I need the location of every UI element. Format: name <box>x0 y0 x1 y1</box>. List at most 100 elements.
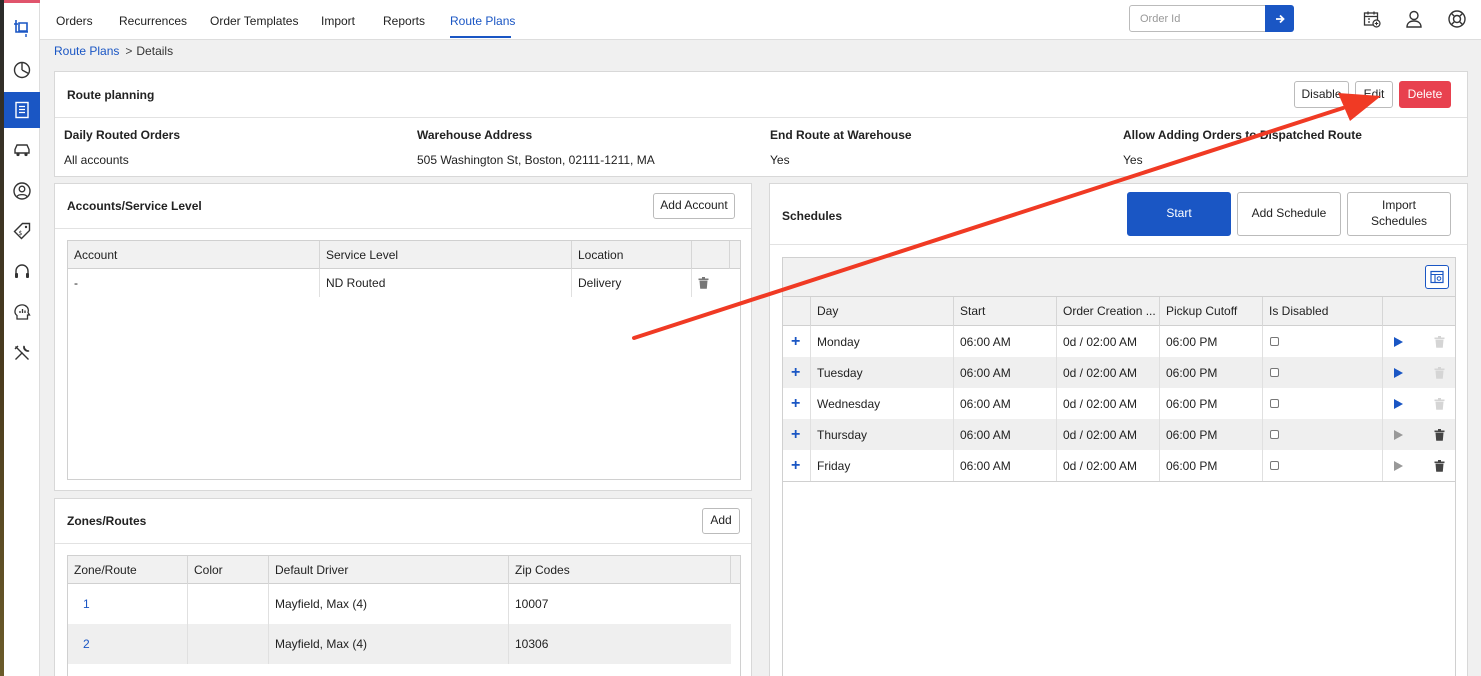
tab-route-plans[interactable]: Route Plans <box>450 14 515 28</box>
expand-plus-icon[interactable]: + <box>791 364 800 382</box>
column-header-pickup-cutoff[interactable]: Pickup Cutoff <box>1160 297 1263 326</box>
column-header-day[interactable]: Day <box>811 297 954 326</box>
zone-link[interactable]: 1 <box>83 597 90 611</box>
table-row: + Friday 06:00 AM 0d / 02:00 AM 06:00 PM <box>783 450 1455 481</box>
is-disabled-checkbox[interactable] <box>1270 399 1279 408</box>
delete-row-cell <box>692 269 730 297</box>
disable-button[interactable]: Disable <box>1294 81 1349 108</box>
analytics-head-icon[interactable] <box>4 294 40 330</box>
column-header-zip-codes[interactable]: Zip Codes <box>509 556 731 584</box>
user-circle-icon[interactable] <box>4 173 40 209</box>
day-cell: Wednesday <box>811 388 954 419</box>
tab-import[interactable]: Import <box>321 14 355 28</box>
zones-table: Zone/Route Color Default Driver Zip Code… <box>67 555 741 676</box>
order-search-button[interactable] <box>1265 5 1294 32</box>
import-schedules-button[interactable]: Import Schedules <box>1347 192 1451 236</box>
trash-icon[interactable] <box>1434 459 1445 472</box>
tools-icon[interactable] <box>4 335 40 371</box>
column-header-color[interactable]: Color <box>188 556 269 584</box>
color-cell <box>188 584 269 624</box>
zip-codes-cell: 10007 <box>515 597 549 611</box>
is-disabled-checkbox[interactable] <box>1270 461 1279 470</box>
trash-icon <box>1434 397 1445 410</box>
expand-plus-icon[interactable]: + <box>791 426 800 444</box>
expand-cell: + <box>783 450 811 481</box>
column-header-account[interactable]: Account <box>68 241 320 269</box>
schedules-table-header: Day Start Order Creation ... Pickup Cuto… <box>783 297 1455 326</box>
left-sidebar: $ <box>0 0 40 676</box>
table-row: + Thursday 06:00 AM 0d / 02:00 AM 06:00 … <box>783 419 1455 450</box>
price-tag-icon[interactable]: $ <box>4 213 40 249</box>
headset-icon[interactable] <box>4 254 40 290</box>
tab-orders[interactable]: Orders <box>56 14 93 28</box>
schedules-panel: Schedules Start Add Schedule Import Sche… <box>769 183 1468 676</box>
tab-recurrences[interactable]: Recurrences <box>119 14 187 28</box>
expand-plus-icon[interactable]: + <box>791 333 800 351</box>
delete-button[interactable]: Delete <box>1399 81 1451 108</box>
edit-button[interactable]: Edit <box>1355 81 1393 108</box>
start-cell: 06:00 AM <box>954 450 1057 481</box>
actions-cell <box>1383 357 1455 388</box>
add-account-button[interactable]: Add Account <box>653 193 735 219</box>
is-disabled-checkbox[interactable] <box>1270 337 1279 346</box>
expand-cell: + <box>783 357 811 388</box>
column-header-start[interactable]: Start <box>954 297 1057 326</box>
route-planning-title: Route planning <box>67 88 155 102</box>
column-header-is-disabled[interactable]: Is Disabled <box>1263 297 1383 326</box>
play-icon <box>1394 460 1403 471</box>
order-id-input[interactable] <box>1129 5 1266 32</box>
column-header-zone-route[interactable]: Zone/Route <box>68 556 188 584</box>
is-disabled-cell <box>1263 450 1383 481</box>
pickup-cutoff-cell: 06:00 PM <box>1160 326 1263 357</box>
column-header-default-driver[interactable]: Default Driver <box>269 556 509 584</box>
trash-icon[interactable] <box>1434 428 1445 441</box>
play-icon[interactable] <box>1392 336 1404 348</box>
pie-chart-icon[interactable] <box>4 51 40 87</box>
add-schedule-button[interactable]: Add Schedule <box>1237 192 1341 236</box>
day-cell: Monday <box>811 326 954 357</box>
schedules-table: Day Start Order Creation ... Pickup Cuto… <box>782 257 1456 676</box>
logo-icon[interactable] <box>4 10 40 46</box>
is-disabled-cell <box>1263 357 1383 388</box>
table-row: + Monday 06:00 AM 0d / 02:00 AM 06:00 PM <box>783 326 1455 357</box>
tab-reports[interactable]: Reports <box>383 14 425 28</box>
play-icon[interactable] <box>1392 398 1404 410</box>
tab-order-templates[interactable]: Order Templates <box>210 14 298 28</box>
is-disabled-checkbox[interactable] <box>1270 368 1279 377</box>
trash-icon <box>1434 366 1445 379</box>
support-lifebuoy-icon[interactable] <box>1446 8 1468 30</box>
user-icon[interactable] <box>1403 8 1425 30</box>
trash-icon[interactable] <box>698 277 709 289</box>
end-route-label: End Route at Warehouse <box>770 128 912 142</box>
column-header-service-level[interactable]: Service Level <box>320 241 572 269</box>
driver-cell: Mayfield, Max (4) <box>269 584 509 624</box>
car-icon[interactable] <box>4 132 40 168</box>
expand-plus-icon[interactable]: + <box>791 395 800 413</box>
is-disabled-cell <box>1263 419 1383 450</box>
warehouse-address-label: Warehouse Address <box>417 128 533 142</box>
zone-link[interactable]: 2 <box>83 637 90 651</box>
accounts-service-level-panel: Accounts/Service Level Add Account Accou… <box>54 183 752 491</box>
expand-plus-icon[interactable]: + <box>791 457 800 475</box>
zone-cell: 2 <box>68 624 188 664</box>
calendar-add-icon[interactable] <box>1361 8 1383 30</box>
is-disabled-checkbox[interactable] <box>1270 430 1279 439</box>
column-header-order-creation[interactable]: Order Creation ... <box>1057 297 1160 326</box>
column-chooser-button[interactable] <box>1425 265 1449 289</box>
play-icon[interactable] <box>1392 367 1404 379</box>
zones-table-header: Zone/Route Color Default Driver Zip Code… <box>68 556 740 584</box>
table-row: + Tuesday 06:00 AM 0d / 02:00 AM 06:00 P… <box>783 357 1455 388</box>
pickup-cutoff-cell: 06:00 PM <box>1160 450 1263 481</box>
day-cell: Tuesday <box>811 357 954 388</box>
column-header-location[interactable]: Location <box>572 241 692 269</box>
orders-list-icon[interactable] <box>4 92 40 128</box>
start-button[interactable]: Start <box>1127 192 1231 236</box>
service-level-cell: ND Routed <box>320 269 572 297</box>
order-creation-cell: 0d / 02:00 AM <box>1057 357 1160 388</box>
breadcrumb-route-plans[interactable]: Route Plans <box>54 44 119 58</box>
expand-cell: + <box>783 419 811 450</box>
expand-cell: + <box>783 388 811 419</box>
divider <box>770 244 1467 245</box>
pickup-cutoff-cell: 06:00 PM <box>1160 388 1263 419</box>
add-zone-button[interactable]: Add <box>702 508 740 534</box>
